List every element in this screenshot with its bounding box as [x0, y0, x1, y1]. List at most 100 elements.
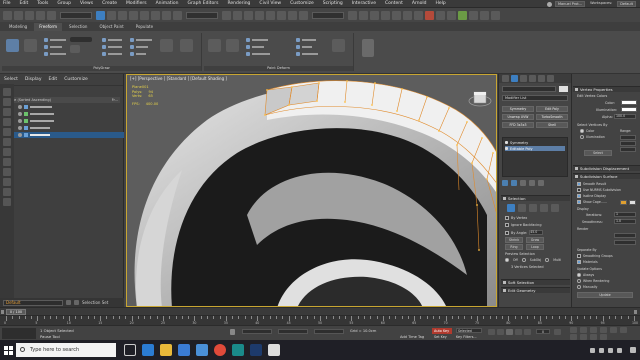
window-crossing-icon[interactable]: [129, 10, 138, 20]
language-icon[interactable]: [617, 347, 622, 353]
use-nurms-checkbox[interactable]: [577, 188, 581, 192]
select-by-color-button[interactable]: Select: [584, 150, 612, 156]
goto-end-icon[interactable]: [524, 329, 531, 335]
selection-rollout-header[interactable]: Selection: [501, 195, 570, 201]
y-coord-field[interactable]: [278, 329, 308, 334]
surface-item[interactable]: [102, 51, 122, 56]
display-geometry-icon[interactable]: [3, 88, 11, 96]
undo-icon[interactable]: [3, 10, 12, 20]
move-icon[interactable]: [140, 10, 149, 20]
pick-icon[interactable]: [70, 45, 80, 53]
ignore-backfacing-option[interactable]: Ignore Backfacing: [505, 223, 541, 227]
zoom-extents-icon[interactable]: [570, 327, 577, 333]
layer-manager-icon[interactable]: [74, 300, 79, 305]
update-always-radio[interactable]: [577, 273, 581, 277]
maximize-viewport-icon[interactable]: [620, 327, 627, 333]
file-explorer-icon[interactable]: [160, 344, 172, 356]
display-hidden-icon[interactable]: [3, 198, 11, 206]
symmetry-button[interactable]: Symmetry: [502, 106, 534, 112]
unwrap-uvw-button[interactable]: Unwrap UVW: [502, 114, 534, 120]
illumination-swatch[interactable]: [621, 107, 637, 112]
expand-icon[interactable]: [505, 147, 508, 150]
render-iterations-field[interactable]: [614, 233, 636, 238]
pivot-center-icon[interactable]: [222, 10, 231, 20]
stack-item-symmetry[interactable]: Symmetry: [505, 140, 528, 145]
unity-icon[interactable]: [268, 344, 280, 356]
snaps-toggle-icon[interactable]: [255, 10, 264, 20]
layer-dropdown[interactable]: Default: [3, 299, 63, 306]
noise-item[interactable]: [296, 44, 312, 49]
next-frame-icon[interactable]: [634, 310, 637, 314]
explorer-header[interactable]: Name (Sorted Ascending) Fr...: [4, 97, 120, 103]
cage-color-1[interactable]: [620, 200, 627, 205]
layer-options-icon[interactable]: [66, 300, 71, 305]
goto-start-icon[interactable]: [488, 329, 495, 335]
stack-item-editable-poly[interactable]: Editable Poly: [505, 146, 565, 151]
update-button[interactable]: Update: [577, 292, 633, 298]
by-illumination-radio[interactable]: [580, 135, 584, 139]
toggle-scene-explorer-icon[interactable]: [370, 10, 379, 20]
mail-icon[interactable]: [196, 344, 208, 356]
explorer-row[interactable]: [0, 125, 124, 131]
display-shapes-icon[interactable]: [3, 98, 11, 106]
explorer-row[interactable]: [0, 104, 124, 110]
object-color-swatch[interactable]: [559, 86, 568, 92]
visibility-icon[interactable]: [18, 112, 22, 116]
display-frozen-icon[interactable]: [3, 188, 11, 196]
push-pull-icon[interactable]: [226, 39, 239, 52]
smooth-result-checkbox[interactable]: [577, 182, 581, 186]
edit-named-sets-icon[interactable]: [299, 10, 308, 20]
photoshop-icon[interactable]: [250, 344, 262, 356]
place-icon[interactable]: [173, 10, 182, 20]
optimize-item[interactable]: [44, 51, 66, 56]
range-field-g[interactable]: [620, 141, 636, 146]
element-mode-icon[interactable]: [551, 204, 559, 212]
time-config-icon[interactable]: [554, 329, 561, 335]
toggle-layer-explorer-icon[interactable]: [381, 10, 390, 20]
viewport-canvas[interactable]: [127, 75, 497, 307]
explorer-tab-select[interactable]: Select: [4, 77, 18, 82]
edit-poly-button[interactable]: Edit Poly: [536, 106, 568, 112]
menu-civil-view[interactable]: Civil View: [259, 1, 281, 6]
modify-tab-icon[interactable]: [511, 75, 518, 82]
render-smoothness-field[interactable]: [614, 240, 636, 245]
turbosmooth-button[interactable]: TurboSmooth: [536, 114, 568, 120]
start-button[interactable]: [0, 340, 16, 360]
display-containers-icon[interactable]: [3, 178, 11, 186]
edge-mode-icon[interactable]: [518, 204, 526, 212]
select-by-name-icon[interactable]: [107, 10, 116, 20]
display-tab-icon[interactable]: [538, 75, 545, 82]
lock-icon[interactable]: [230, 329, 235, 335]
tab-selection[interactable]: Selection: [64, 23, 92, 31]
topology-item[interactable]: [130, 37, 152, 42]
remove-modifier-icon[interactable]: [529, 180, 535, 186]
tab-populate[interactable]: Populate: [131, 23, 158, 31]
smoothing-groups-checkbox[interactable]: [577, 254, 581, 258]
spinner-snap-icon[interactable]: [288, 10, 297, 20]
drag-tool-icon[interactable]: [6, 39, 19, 52]
vertex-mode-icon[interactable]: [507, 204, 515, 212]
alpha-field[interactable]: 100.0: [614, 114, 636, 119]
link-icon[interactable]: [25, 10, 34, 20]
angle-snap-icon[interactable]: [266, 10, 275, 20]
timeline-ruler[interactable]: 0 5 10 15 20 25 30 35 40 45 50 55 60 65 70 75 80 85 90 95 10…: [0, 315, 640, 325]
rect-selection-icon[interactable]: [118, 10, 127, 20]
task-view-icon[interactable]: [124, 344, 136, 356]
render-setup-icon[interactable]: [436, 10, 445, 20]
selected-dropdown[interactable]: Selected: [456, 328, 482, 333]
shapes-item[interactable]: [102, 37, 122, 42]
visibility-icon[interactable]: [18, 126, 22, 130]
current-frame-field[interactable]: 0: [536, 329, 550, 334]
object-name-field[interactable]: [502, 86, 556, 92]
exaggerate-item[interactable]: [296, 51, 318, 56]
play-icon[interactable]: [506, 329, 513, 335]
prev-frame-icon[interactable]: [1, 310, 4, 314]
modifier-stack[interactable]: Symmetry Editable Poly: [502, 137, 568, 177]
utilities-tab-icon[interactable]: [547, 75, 554, 82]
grow-button[interactable]: Grow: [526, 237, 544, 243]
orbit-icon[interactable]: [610, 327, 617, 333]
show-end-result-icon[interactable]: [511, 180, 517, 186]
keyboard-shortcut-icon[interactable]: [244, 10, 253, 20]
reference-coord-dropdown[interactable]: [186, 11, 218, 19]
preview-subobj-radio[interactable]: [521, 258, 526, 262]
